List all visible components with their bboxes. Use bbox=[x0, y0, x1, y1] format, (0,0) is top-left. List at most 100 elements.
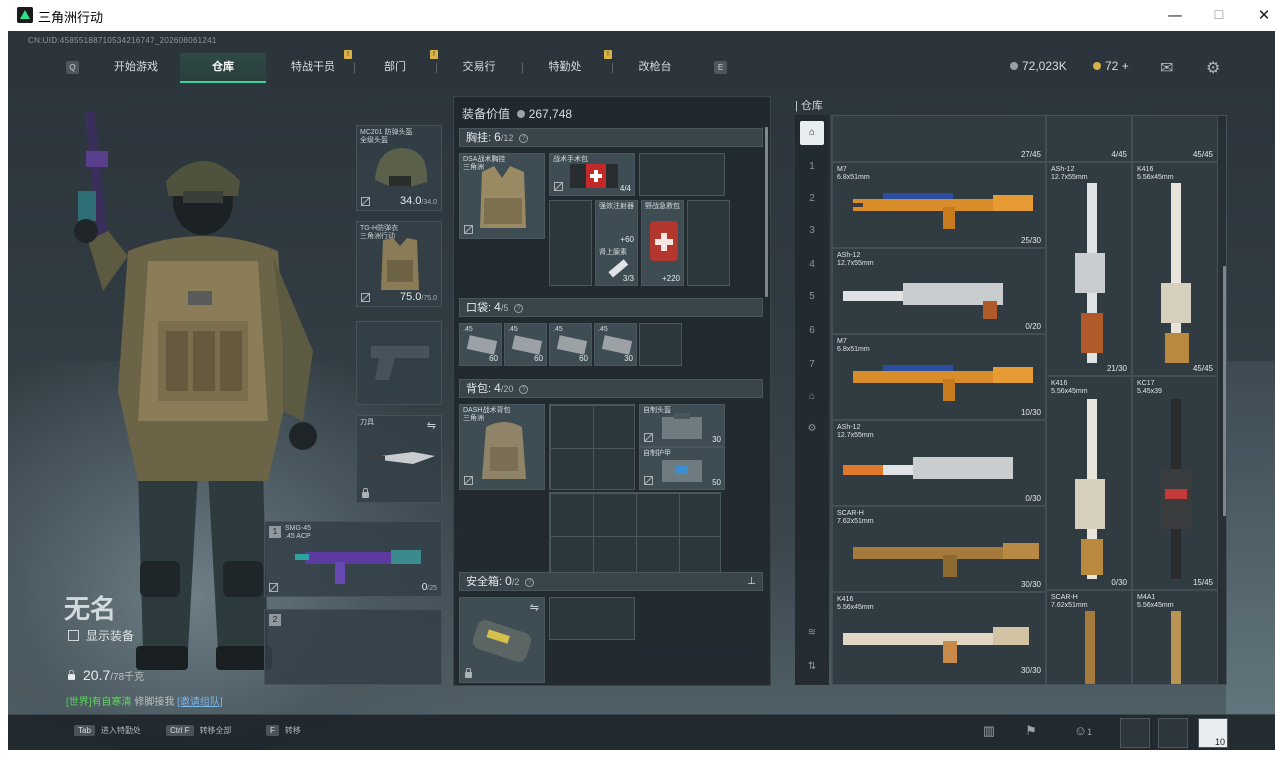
stash-weapon-ash12[interactable]: ASh-12 12.7x55mm 0/20 bbox=[832, 248, 1046, 334]
stash-tab-1[interactable]: 1 bbox=[800, 155, 824, 179]
stash-weapon-ash12[interactable]: ASh-12 12.7x55mm 21/30 bbox=[1046, 162, 1132, 376]
armor-plate-item[interactable]: 自制头盔 30 bbox=[639, 404, 725, 447]
armor-slot[interactable]: TG-H防弹衣 三角洲行动 75.0/75.0 bbox=[356, 221, 442, 307]
empty-cell[interactable] bbox=[687, 200, 730, 286]
stash-weapon-m4a1[interactable]: M4A1 5.56x45mm bbox=[1132, 590, 1218, 684]
invite-slot-button[interactable] bbox=[1158, 718, 1188, 748]
stash-weapon-ash12[interactable]: ASh-12 12.7x55mm 0/30 bbox=[832, 420, 1046, 506]
stash-home-icon[interactable]: ⌂ bbox=[800, 121, 824, 145]
show-equipment-toggle[interactable]: 显示装备 bbox=[68, 627, 134, 644]
stash-tab-7[interactable]: 7 bbox=[800, 353, 824, 377]
melee-slot[interactable]: 刀具 ⇋ bbox=[356, 415, 442, 503]
maximize-button[interactable]: ☐ bbox=[1204, 4, 1234, 26]
first-aid-item[interactable]: 野战急救包 +220 bbox=[641, 200, 684, 286]
nav-prev-key[interactable]: Q bbox=[66, 61, 79, 74]
chest-rig-item[interactable]: DSA战术胸挂 三角洲 bbox=[459, 153, 545, 239]
stash-weapon-k416[interactable]: K416 5.56x45mm 0/30 bbox=[1046, 376, 1132, 590]
stash-scrollbar[interactable] bbox=[1223, 266, 1226, 516]
pocket-ammo-item[interactable]: .45 30 bbox=[594, 323, 637, 366]
chat-user[interactable]: 有自寒清 bbox=[92, 697, 132, 708]
chat-invite-link[interactable]: [邀请组队] bbox=[177, 697, 223, 708]
secondary-weapon-slot[interactable]: 2 bbox=[264, 609, 442, 685]
pocket-ammo-item[interactable]: .45 60 bbox=[459, 323, 502, 366]
rifle-icon bbox=[1171, 611, 1181, 684]
slot-number: 2 bbox=[269, 614, 281, 626]
stash-weapon-k416[interactable]: K416 5.56x45mm 30/30 bbox=[832, 592, 1046, 684]
stash-sort-icon[interactable]: ⇅ bbox=[800, 655, 824, 679]
no-insure-icon bbox=[464, 225, 473, 234]
mail-icon[interactable]: ✉ bbox=[1160, 58, 1173, 78]
helmet-slot[interactable]: MC201 防弹头盔 全级头盔 34.0/34.0 bbox=[356, 125, 442, 211]
help-icon[interactable]: ? bbox=[519, 385, 529, 394]
pin-icon[interactable]: ⊥ bbox=[747, 573, 756, 590]
empty-cell[interactable] bbox=[549, 200, 592, 286]
primary-weapon-slot[interactable]: 1 SMG-45.45 ACP 0/25 bbox=[264, 521, 442, 597]
stash-tab-4[interactable]: 4 bbox=[800, 253, 824, 277]
safe-box-item[interactable]: ⇋ bbox=[459, 597, 545, 683]
swap-icon[interactable]: ⇋ bbox=[530, 601, 539, 614]
party-icon[interactable]: ☺1 bbox=[1066, 723, 1100, 743]
hotkey-special-ops[interactable]: Tab 进入特勤处 bbox=[74, 725, 141, 736]
stash-stack-icon[interactable]: ≋ bbox=[800, 621, 824, 645]
flag-icon[interactable]: ⚑ bbox=[1020, 723, 1042, 743]
tab-trading[interactable]: 交易行 bbox=[436, 53, 522, 83]
minimize-button[interactable]: — bbox=[1160, 4, 1190, 26]
toolbox-icon bbox=[662, 413, 702, 439]
medkit-item[interactable]: 战术手术包 4/4 bbox=[549, 153, 635, 196]
hotkey-transfer-all[interactable]: Ctrl F 转移全部 bbox=[166, 725, 232, 736]
avatar[interactable]: 10 bbox=[1198, 718, 1228, 748]
swap-icon[interactable]: ⇋ bbox=[427, 419, 436, 432]
stash-tab-5[interactable]: 5 bbox=[800, 285, 824, 309]
operator-name: 无名 bbox=[64, 594, 117, 624]
pocket-ammo-item[interactable]: .45 60 bbox=[549, 323, 592, 366]
smg-icon bbox=[295, 550, 421, 584]
stash-settings-icon[interactable]: ⚙ bbox=[800, 417, 824, 441]
tab-start-game[interactable]: 开始游戏 bbox=[92, 53, 180, 83]
stash-tab-2[interactable]: 2 bbox=[800, 187, 824, 211]
stash-weapon-m7[interactable]: M7 6.8x51mm 25/30 bbox=[832, 162, 1046, 248]
stash-item[interactable]: 27/45 bbox=[832, 116, 1046, 162]
stats-icon[interactable]: ▥ bbox=[978, 723, 1000, 743]
tab-special-ops[interactable]: 特勤处 bbox=[522, 53, 608, 83]
help-icon[interactable]: ? bbox=[525, 578, 535, 587]
injector-item[interactable]: 强效注射器 +60 肾上腺素 3/3 bbox=[595, 200, 638, 286]
backpack-grid[interactable] bbox=[549, 492, 721, 578]
tab-gunsmith[interactable]: 改枪台 bbox=[612, 53, 698, 83]
game-window: 三角洲行动 — ☐ ✕ CN:UID:4585518871053421674​7… bbox=[0, 0, 1275, 759]
stash-item[interactable]: 4/45 bbox=[1046, 116, 1132, 162]
stash-weapon-k416[interactable]: K416 5.56x45mm 45/45 bbox=[1132, 162, 1218, 376]
empty-cell[interactable] bbox=[549, 597, 635, 640]
stash-tab-6[interactable]: 6 bbox=[800, 319, 824, 343]
tab-warehouse[interactable]: 仓库 bbox=[180, 53, 266, 83]
armor-plate-item[interactable]: 自制护甲 50 bbox=[639, 447, 725, 490]
chat-text: 修脚接我 bbox=[134, 697, 175, 708]
stash-weapon-scarh[interactable]: SCAR-H 7.62x51mm bbox=[1046, 590, 1132, 684]
nav-next-key[interactable]: E bbox=[714, 61, 727, 74]
stash-weapon-kc17[interactable]: KC17 5.45x39 15/45 bbox=[1132, 376, 1218, 590]
empty-cell[interactable] bbox=[639, 323, 682, 366]
equipment-scrollbar[interactable] bbox=[765, 127, 768, 297]
backpack-grid[interactable] bbox=[549, 404, 635, 490]
settings-icon[interactable]: ⚙ bbox=[1206, 58, 1220, 78]
hotkey-transfer[interactable]: F 转移 bbox=[266, 725, 301, 736]
close-button[interactable]: ✕ bbox=[1249, 4, 1275, 26]
help-icon[interactable]: ? bbox=[514, 304, 524, 313]
slot-number: 1 bbox=[269, 526, 281, 538]
invite-slot-button[interactable] bbox=[1120, 718, 1150, 748]
help-icon[interactable]: ? bbox=[519, 134, 529, 143]
empty-cell[interactable] bbox=[639, 153, 725, 196]
equipment-panel: 装备价值 267,748 胸挂: 6/12? DSA战术胸挂 三角洲 战术手术包 … bbox=[453, 96, 771, 686]
stash-weapon-scarh[interactable]: SCAR-H 7.62x51mm 30/30 bbox=[832, 506, 1046, 592]
tab-department[interactable]: 部门 bbox=[354, 53, 436, 83]
stash-item[interactable]: 45/45 bbox=[1132, 116, 1218, 162]
stash-tab-3[interactable]: 3 bbox=[800, 219, 824, 243]
stash-weapon-m7[interactable]: M7 6.8x51mm 10/30 bbox=[832, 334, 1046, 420]
pocket-ammo-item[interactable]: .45 60 bbox=[504, 323, 547, 366]
backpack-item[interactable]: DASH战术背包 三角洲 bbox=[459, 404, 545, 490]
pistol-slot[interactable] bbox=[356, 321, 442, 405]
gold-currency[interactable]: 72 + bbox=[1093, 59, 1129, 73]
checkbox-icon[interactable] bbox=[68, 630, 79, 641]
helmet-durability: 34.0/34.0 bbox=[400, 195, 437, 207]
gold-add-button[interactable]: + bbox=[1122, 59, 1129, 73]
stash-lock-icon[interactable]: ⌂ bbox=[800, 385, 824, 409]
